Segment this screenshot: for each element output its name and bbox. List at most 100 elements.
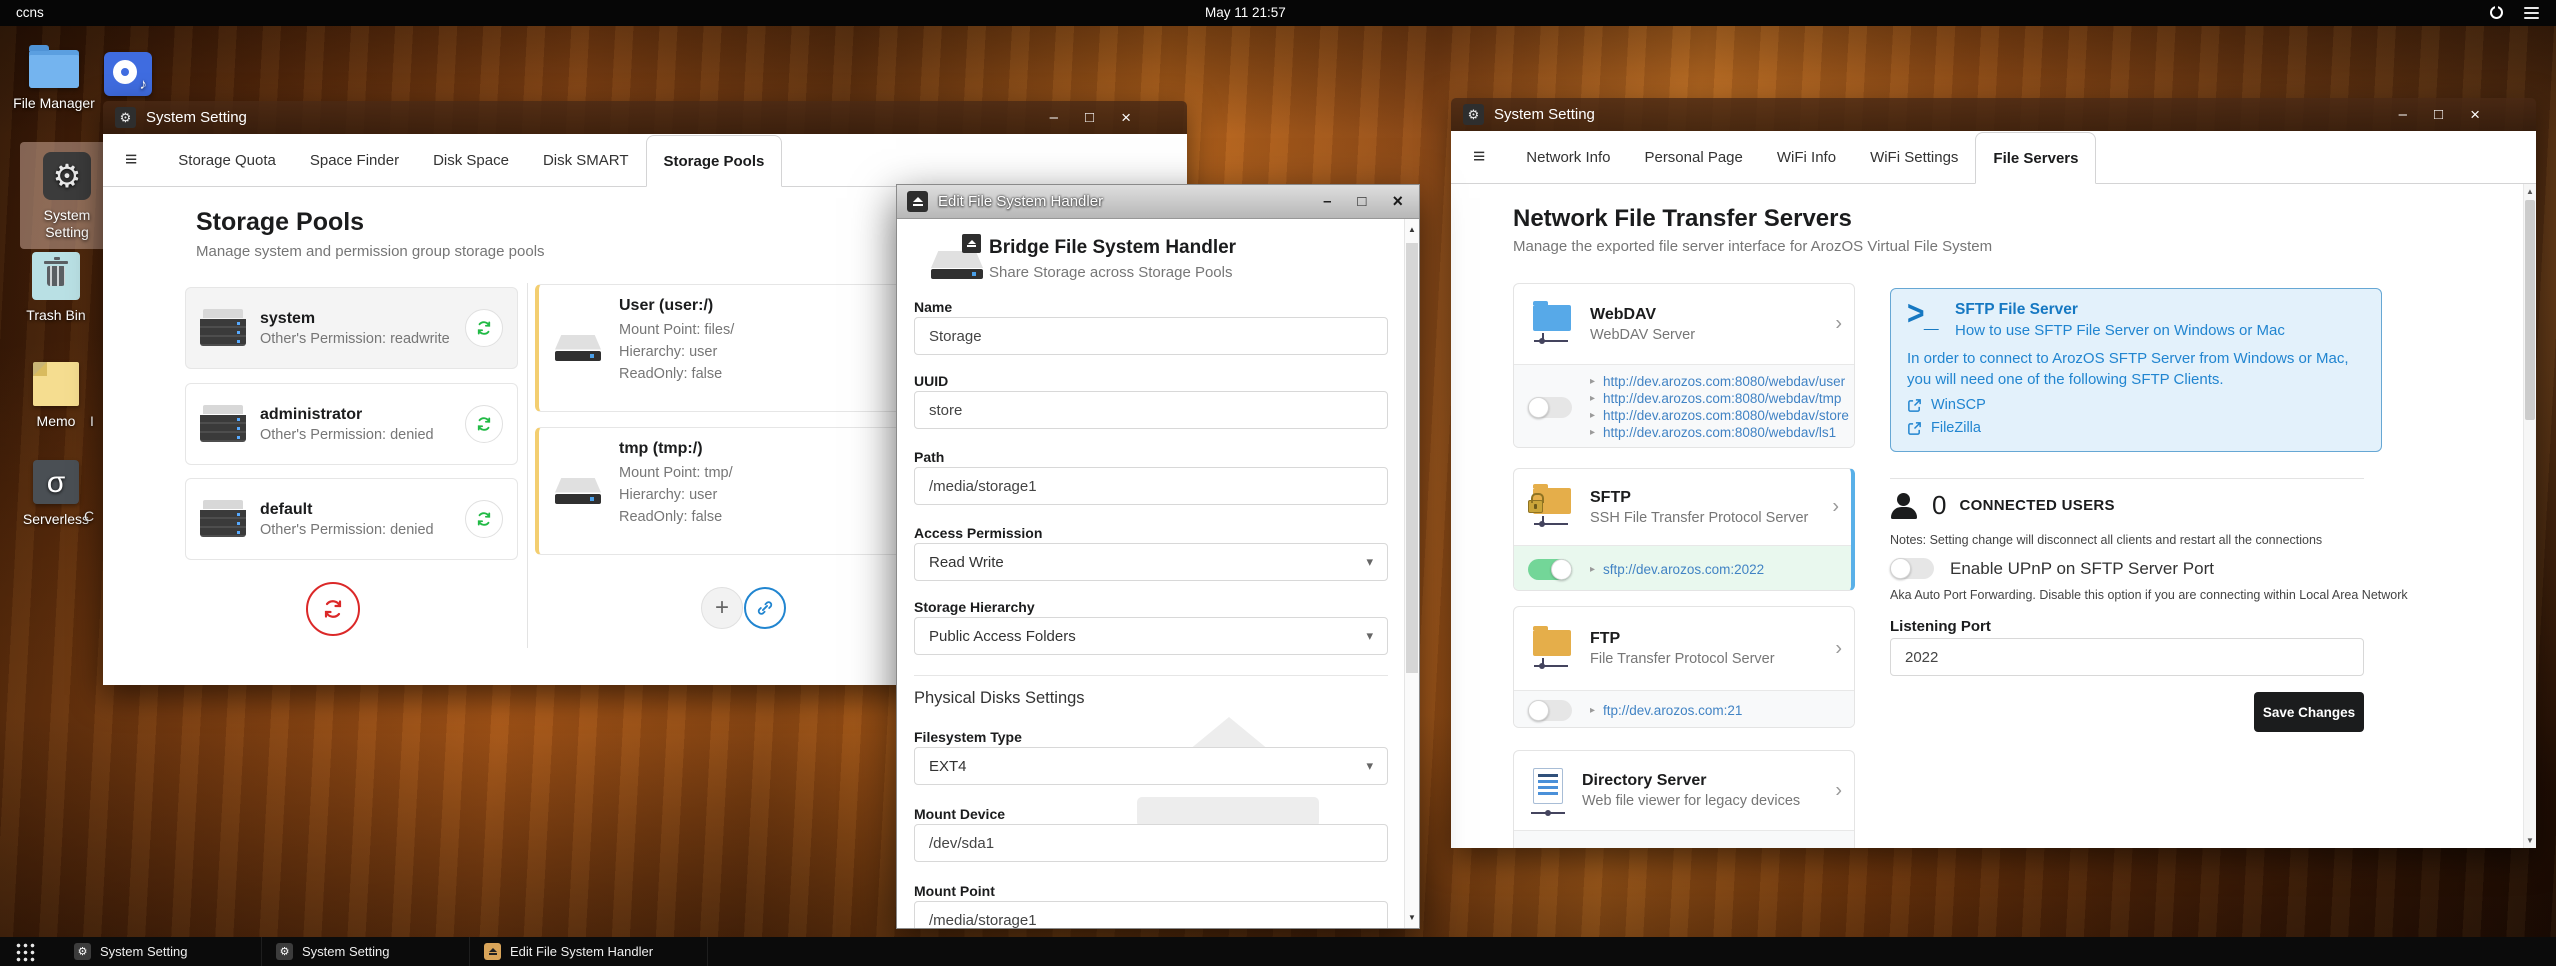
sftp-folder-lock-icon (1528, 484, 1576, 530)
tab-storage-pools[interactable]: Storage Pools (645, 135, 783, 187)
save-changes-button[interactable]: Save Changes (2254, 692, 2364, 732)
desktop-icon-system-setting[interactable]: ⚙ System Setting (20, 142, 114, 249)
dialog-subtitle: Share Storage across Storage Pools (989, 264, 1233, 281)
refresh-pools-button[interactable] (306, 582, 360, 636)
close-button[interactable]: × (1121, 108, 1131, 128)
desktop-icon-trash-bin[interactable]: Trash Bin (8, 252, 104, 324)
scroll-down-icon[interactable]: ▼ (1405, 913, 1419, 922)
chevron-right-icon: › (1835, 312, 1842, 335)
server-card-webdav[interactable]: WebDAV WebDAV Server › ▸ http://dev.arozo… (1513, 283, 1855, 448)
server-card-directory[interactable]: Directory Server Web file viewer for leg… (1513, 750, 1855, 848)
start-menu-icon[interactable] (14, 941, 35, 962)
upnp-toggle[interactable] (1890, 558, 1934, 579)
bridge-handler-button[interactable] (744, 587, 786, 629)
tab-space-finder[interactable]: Space Finder (293, 152, 416, 169)
menu-icon[interactable]: ≡ (125, 148, 137, 172)
tab-network-info[interactable]: Network Info (1509, 149, 1627, 166)
close-button[interactable]: × (1392, 191, 1403, 212)
webdav-toggle[interactable] (1528, 396, 1572, 418)
pool-refresh-button[interactable] (465, 309, 503, 347)
webdav-url[interactable]: http://dev.arozos.com:8080/webdav/tmp (1603, 390, 1841, 407)
scroll-up-icon[interactable]: ▲ (2524, 187, 2536, 196)
gear-icon: ⚙ (276, 943, 293, 960)
pool-card-administrator[interactable]: administrator Other's Permission: denied (185, 383, 518, 465)
tab-wifi-settings[interactable]: WiFi Settings (1853, 149, 1975, 166)
taskbar-item-edit-file-system-handler[interactable]: Edit File System Handler (470, 937, 708, 966)
scrollbar-thumb[interactable] (1406, 243, 1418, 673)
minimize-button[interactable]: – (2399, 106, 2407, 123)
name-input[interactable] (914, 317, 1388, 355)
desktop-icon-label: File Manager (13, 95, 95, 111)
tab-wifi-info[interactable]: WiFi Info (1760, 149, 1853, 166)
server-icon (200, 500, 246, 538)
menu-icon[interactable]: ≡ (1473, 145, 1485, 169)
mount-point-input[interactable] (914, 901, 1388, 928)
window-titlebar[interactable]: ⚙ System Setting – □ × (103, 101, 1187, 134)
tab-disk-space[interactable]: Disk Space (416, 152, 526, 169)
window-scrollbar[interactable]: ▲ ▼ (1404, 219, 1419, 928)
ftp-url[interactable]: ftp://dev.arozos.com:21 (1603, 702, 1742, 719)
refresh-icon (477, 512, 491, 526)
listening-port-input[interactable] (1890, 638, 2364, 676)
access-permission-select[interactable]: Read Write ▾ (914, 543, 1388, 581)
path-input[interactable] (914, 467, 1388, 505)
maximize-button[interactable]: □ (2434, 106, 2443, 123)
taskbar-item-system-setting-1[interactable]: ⚙ System Setting (60, 937, 262, 966)
uuid-input[interactable] (914, 391, 1388, 429)
webdav-url[interactable]: http://dev.arozos.com:8080/webdav/store (1603, 407, 1849, 424)
mount-point-label: Mount Point (914, 883, 995, 899)
add-handler-button[interactable]: + (701, 587, 743, 629)
window-scrollbar[interactable]: ▲ ▼ (2523, 184, 2536, 848)
tab-storage-quota[interactable]: Storage Quota (161, 152, 293, 169)
tab-disk-smart[interactable]: Disk SMART (526, 152, 646, 169)
window-titlebar[interactable]: ⚙ System Setting – □ × (1451, 98, 2536, 131)
maximize-button[interactable]: □ (1357, 193, 1366, 210)
ftp-toggle[interactable] (1528, 699, 1572, 721)
connected-count: 0 (1932, 490, 1947, 520)
minimize-button[interactable]: – (1323, 193, 1331, 210)
scrollbar-thumb[interactable] (2525, 200, 2535, 420)
pool-refresh-button[interactable] (465, 500, 503, 538)
tab-bar: ≡ Network Info Personal Page WiFi Info W… (1451, 131, 2536, 184)
power-icon[interactable] (2490, 5, 2503, 19)
webdav-url[interactable]: http://dev.arozos.com:8080/webdav/ls1 (1603, 424, 1836, 441)
bridge-disk-icon (931, 234, 983, 280)
tray-menu-icon[interactable] (2524, 7, 2539, 19)
server-name: Directory Server (1582, 772, 1707, 789)
taskbar-item-system-setting-2[interactable]: ⚙ System Setting (262, 937, 470, 966)
desktop-icon-music[interactable]: ♪ (80, 52, 176, 96)
scroll-up-icon[interactable]: ▲ (1405, 225, 1419, 234)
webdav-folder-icon (1528, 301, 1576, 347)
close-button[interactable]: × (2470, 105, 2480, 125)
client-link-winscp[interactable]: WinSCP (1907, 397, 2365, 413)
scroll-down-icon[interactable]: ▼ (2524, 836, 2536, 845)
info-subtitle: How to use SFTP File Server on Windows o… (1955, 322, 2285, 339)
window-titlebar[interactable]: Edit File System Handler – □ × (897, 185, 1419, 219)
mount-device-input[interactable] (914, 824, 1388, 862)
storage-hierarchy-select[interactable]: Public Access Folders ▾ (914, 617, 1388, 655)
pool-card-system[interactable]: system Other's Permission: readwrite (185, 287, 518, 369)
webdav-url[interactable]: http://dev.arozos.com:8080/webdav/user (1603, 373, 1845, 390)
pool-refresh-button[interactable] (465, 405, 503, 443)
pool-card-default[interactable]: default Other's Permission: denied (185, 478, 518, 560)
minimize-button[interactable]: – (1050, 109, 1058, 126)
bullet-icon: ▸ (1590, 393, 1596, 404)
handler-name: tmp (tmp:/) (619, 440, 703, 457)
server-card-ftp[interactable]: FTP File Transfer Protocol Server › ▸ ftp… (1513, 606, 1855, 728)
handler-readonly: ReadOnly: false (619, 509, 723, 525)
sftp-toggle[interactable] (1528, 558, 1572, 580)
tab-file-servers[interactable]: File Servers (1975, 132, 2097, 184)
server-card-sftp[interactable]: SFTP SSH File Transfer Protocol Server ›… (1513, 468, 1855, 591)
host-menu[interactable]: ccns (16, 5, 44, 20)
pool-permission: Other's Permission: denied (260, 521, 434, 538)
connected-label: CONNECTED USERS (1959, 497, 2115, 514)
sigma-icon: σ (33, 460, 79, 504)
tab-personal-page[interactable]: Personal Page (1627, 149, 1759, 166)
client-link-filezilla[interactable]: FileZilla (1907, 420, 2365, 436)
filesystem-type-select[interactable]: EXT4 ▾ (914, 747, 1388, 785)
window-title: System Setting (1494, 106, 1595, 123)
pool-name: administrator (260, 405, 363, 423)
maximize-button[interactable]: □ (1085, 109, 1094, 126)
sftp-url[interactable]: sftp://dev.arozos.com:2022 (1603, 561, 1764, 578)
disk-icon (555, 334, 601, 362)
